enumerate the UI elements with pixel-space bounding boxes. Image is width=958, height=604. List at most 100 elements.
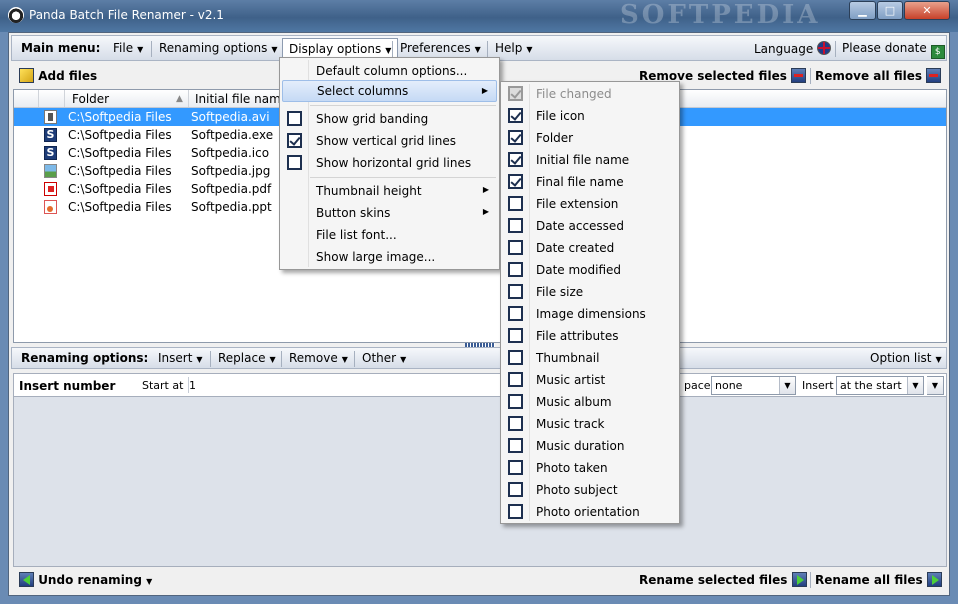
- column-option-item[interactable]: Thumbnail: [503, 347, 677, 369]
- menu-remove[interactable]: Remove ▼: [283, 348, 354, 369]
- column-option-item[interactable]: Photo orientation: [503, 501, 677, 523]
- checkbox-icon: [508, 284, 523, 299]
- column-option-item[interactable]: Music duration: [503, 435, 677, 457]
- menu-separator: [151, 41, 152, 57]
- menu-item-default-column-options[interactable]: Default column options...: [282, 60, 497, 82]
- column-option-item[interactable]: Date accessed: [503, 215, 677, 237]
- option-dropdown-button[interactable]: ▼: [927, 376, 944, 395]
- toolbar-separator: [810, 572, 811, 588]
- menu-item-button-skins[interactable]: Button skins ▶: [282, 202, 497, 224]
- maximize-button[interactable]: □: [877, 1, 903, 20]
- option-list-button[interactable]: Option list ▼: [864, 348, 948, 369]
- column-option-label: Music duration: [536, 439, 625, 453]
- cell-initial-name: Softpedia.exe: [191, 128, 274, 142]
- column-option-item[interactable]: Music track: [503, 413, 677, 435]
- checkbox-icon: [508, 372, 523, 387]
- cell-initial-name: Softpedia.jpg: [191, 164, 271, 178]
- language-button[interactable]: Language: [748, 38, 837, 59]
- menu-other[interactable]: Other ▼: [356, 348, 412, 369]
- horizontal-lines-label: Show horizontal grid lines: [316, 156, 472, 170]
- rename-selected-button[interactable]: Rename selected files: [639, 572, 807, 587]
- file-type-icon: [44, 110, 57, 124]
- donate-button[interactable]: Please donate $: [836, 38, 951, 59]
- menu-item-show-large-image[interactable]: Show large image...: [282, 246, 497, 268]
- rename-all-button[interactable]: Rename all files: [815, 572, 942, 587]
- column-option-item[interactable]: File attributes: [503, 325, 677, 347]
- column-header-folder[interactable]: Folder: [72, 92, 109, 106]
- column-option-item[interactable]: Image dimensions: [503, 303, 677, 325]
- minimize-button[interactable]: ▁: [849, 1, 876, 20]
- menu-item-vertical-grid-lines[interactable]: Show vertical grid lines: [282, 130, 497, 152]
- renaming-options-bar: Renaming options: Insert ▼ Replace ▼ Remov…: [11, 347, 947, 369]
- chevron-down-icon: ▼: [196, 355, 203, 364]
- window-title: Panda Batch File Renamer - v2.1: [29, 8, 224, 22]
- checkbox-checked-icon: [508, 108, 523, 123]
- column-option-item[interactable]: Date modified: [503, 259, 677, 281]
- checkbox-icon: [508, 328, 523, 343]
- column-option-item[interactable]: Date created: [503, 237, 677, 259]
- cell-folder: C:\Softpedia Files: [68, 110, 172, 124]
- chevron-down-icon: ▼: [474, 45, 481, 54]
- uk-flag-icon: [817, 41, 832, 55]
- pace-select[interactable]: none ▼: [711, 376, 796, 395]
- remove-all-button[interactable]: Remove all files: [815, 68, 942, 83]
- menu-item-horizontal-grid-lines[interactable]: Show horizontal grid lines: [282, 152, 497, 174]
- column-option-label: File attributes: [536, 329, 619, 343]
- insert-position-select[interactable]: at the start ▼: [836, 376, 924, 395]
- undo-renaming-button[interactable]: Undo renaming ▼: [19, 572, 152, 587]
- column-option-label: Date created: [536, 241, 615, 255]
- column-option-item[interactable]: Music artist: [503, 369, 677, 391]
- cell-folder: C:\Softpedia Files: [68, 164, 172, 178]
- file-list-font-label: File list font...: [316, 228, 397, 242]
- column-option-item[interactable]: Music album: [503, 391, 677, 413]
- chevron-right-icon: ▶: [481, 86, 488, 95]
- menu-preferences[interactable]: Preferences ▼: [394, 38, 487, 59]
- column-option-item[interactable]: Folder: [503, 127, 677, 149]
- column-option-item[interactable]: Photo subject: [503, 479, 677, 501]
- menu-separator: [310, 177, 496, 178]
- column-option-label: Photo orientation: [536, 505, 640, 519]
- chevron-down-icon: ▼: [907, 377, 923, 394]
- chevron-down-icon: ▼: [137, 45, 144, 54]
- pace-value: none: [715, 379, 743, 392]
- column-option-item[interactable]: File extension: [503, 193, 677, 215]
- menu-renaming-options[interactable]: Renaming options ▼: [153, 38, 284, 59]
- menu-insert[interactable]: Insert ▼: [152, 348, 209, 369]
- column-separator: [38, 90, 39, 107]
- menu-help-label: Help: [495, 41, 523, 55]
- menu-file[interactable]: File ▼: [107, 38, 149, 59]
- menu-item-thumbnail-height[interactable]: Thumbnail height ▶: [282, 180, 497, 202]
- menu-separator: [210, 351, 211, 367]
- chevron-down-icon: ▼: [526, 45, 533, 54]
- menu-help[interactable]: Help ▼: [489, 38, 539, 59]
- close-button[interactable]: ✕: [904, 1, 950, 20]
- menu-item-select-columns[interactable]: Select columns ▶: [282, 80, 497, 102]
- column-header-initial-name[interactable]: Initial file name: [195, 92, 288, 106]
- column-separator: [188, 90, 189, 107]
- column-option-label: Thumbnail: [536, 351, 600, 365]
- start-at-label: Start at: [142, 379, 184, 392]
- menu-separator: [487, 41, 488, 57]
- column-option-item[interactable]: File icon: [503, 105, 677, 127]
- column-option-item[interactable]: Final file name: [503, 171, 677, 193]
- menu-item-grid-banding[interactable]: Show grid banding: [282, 108, 497, 130]
- menu-replace[interactable]: Replace ▼: [212, 348, 282, 369]
- chevron-down-icon: ▼: [341, 355, 348, 364]
- thumbnail-height-label: Thumbnail height: [316, 184, 422, 198]
- checkbox-icon: [508, 218, 523, 233]
- start-at-input[interactable]: 1: [188, 377, 508, 393]
- cell-initial-name: Softpedia.pdf: [191, 182, 272, 196]
- column-option-label: Music album: [536, 395, 612, 409]
- column-option-item[interactable]: File size: [503, 281, 677, 303]
- bottom-action-bar: Undo renaming ▼ Rename selected files Re…: [11, 569, 947, 593]
- column-option-item[interactable]: Initial file name: [503, 149, 677, 171]
- cell-folder: C:\Softpedia Files: [68, 200, 172, 214]
- menu-separator: [392, 41, 393, 57]
- menu-item-file-list-font[interactable]: File list font...: [282, 224, 497, 246]
- add-files-button[interactable]: Add files: [19, 68, 97, 83]
- checkbox-icon: [508, 504, 523, 519]
- column-option-item[interactable]: Photo taken: [503, 457, 677, 479]
- play-icon: [791, 572, 807, 587]
- chevron-down-icon: ▼: [146, 577, 153, 586]
- menu-other-label: Other: [362, 351, 397, 365]
